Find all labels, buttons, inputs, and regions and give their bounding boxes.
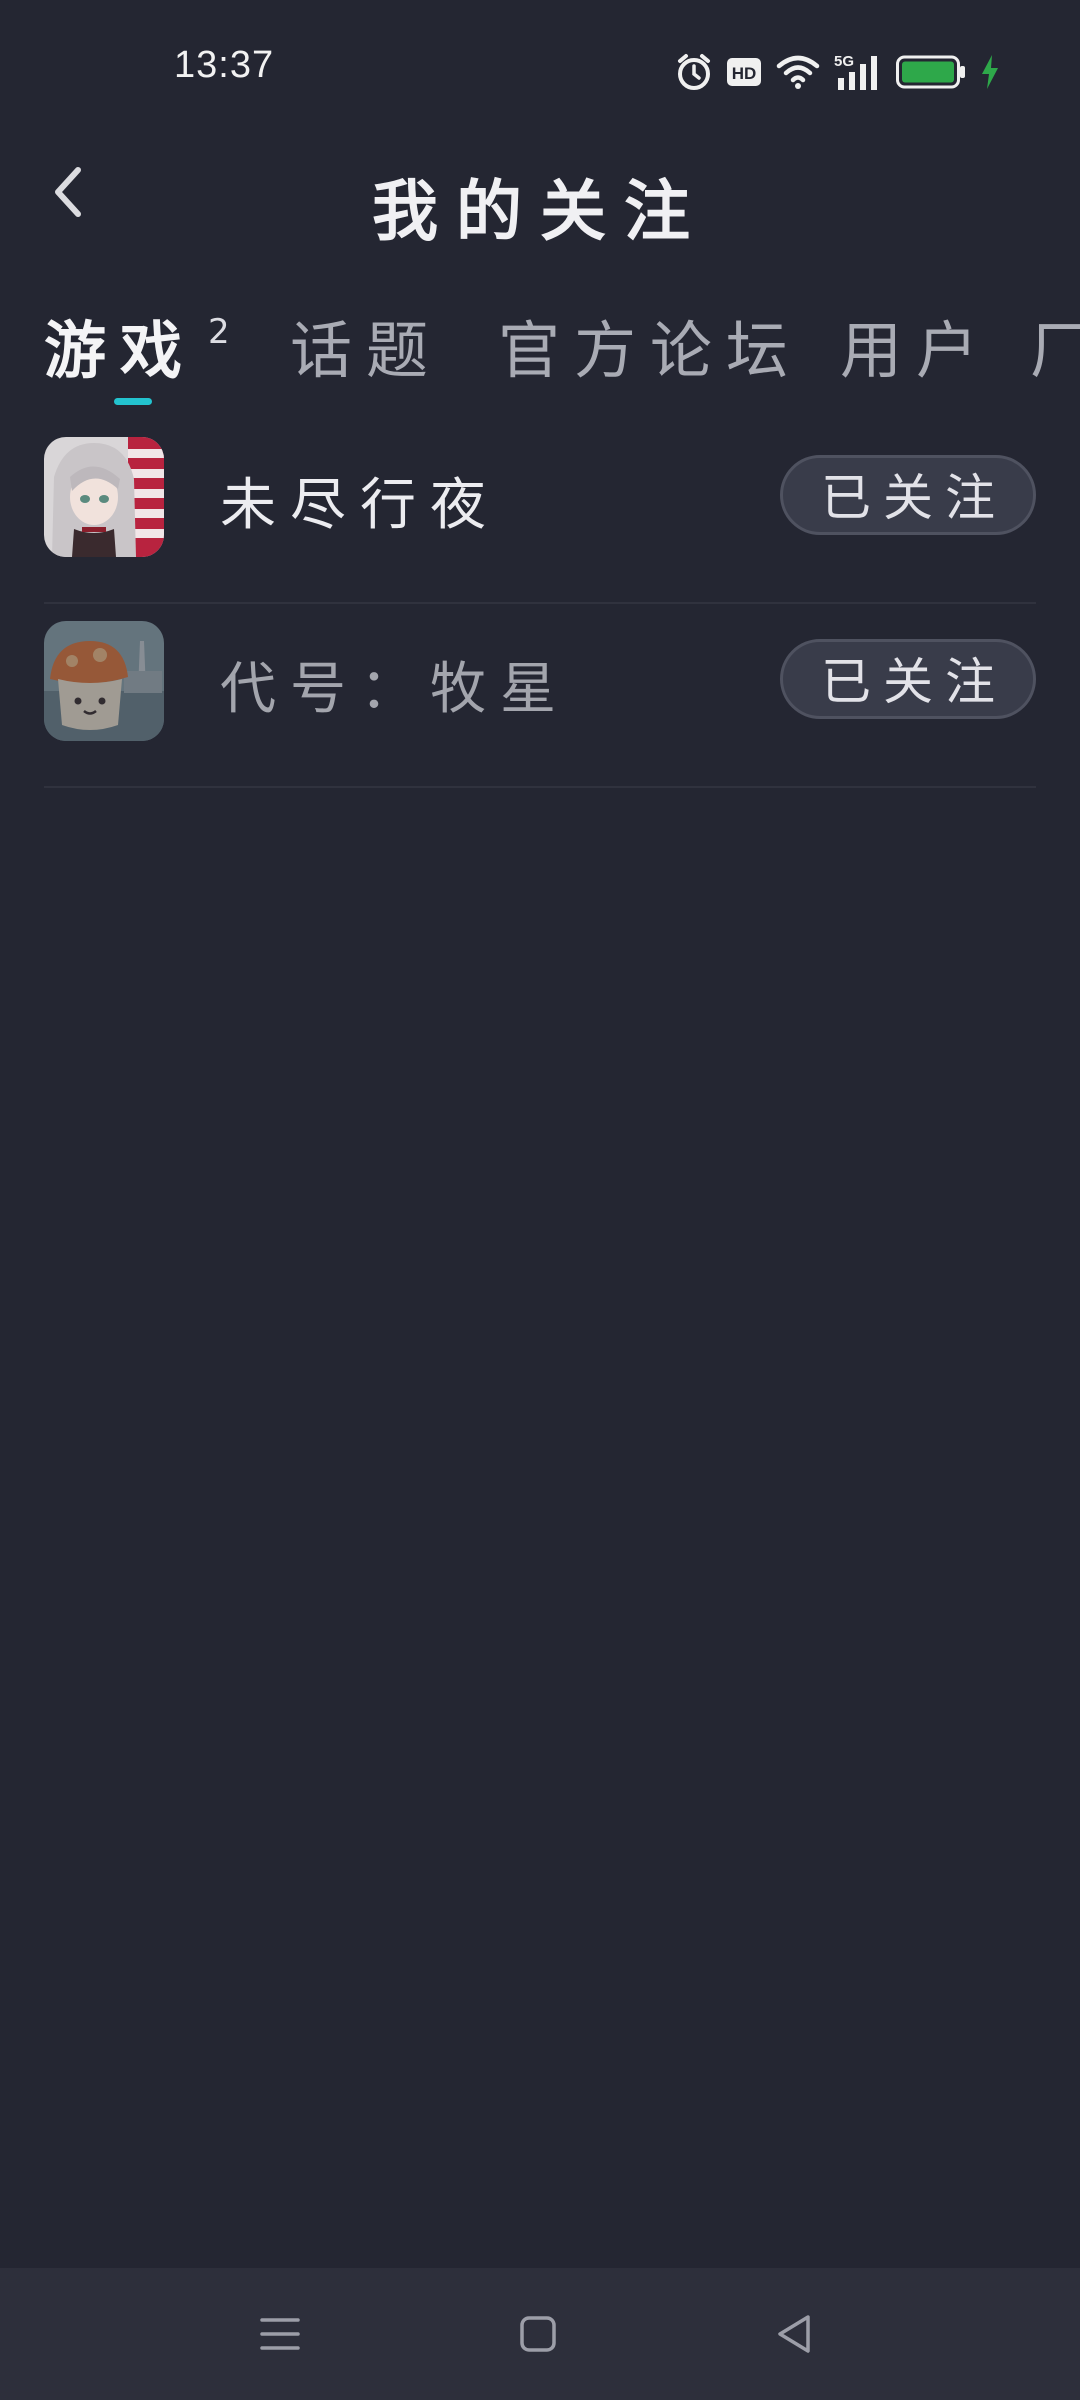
tab-topics[interactable]: 话题 [290, 300, 442, 390]
game-icon-anime-girl[interactable] [44, 437, 164, 557]
tab-users[interactable]: 用户 [840, 300, 992, 390]
recent-apps-button[interactable] [244, 2298, 316, 2370]
tab-users-label: 用户 [840, 314, 993, 387]
system-nav-bar [0, 2268, 1080, 2400]
tab-official-forum-label: 官方论坛 [498, 314, 803, 387]
tab-games-label: 游戏 [44, 314, 197, 387]
signal-5g-icon: 5G [834, 52, 882, 92]
active-tab-indicator [114, 398, 152, 405]
back-triangle-icon [778, 2315, 810, 2353]
status-icons: HD 5G [676, 50, 1000, 94]
tab-vendors[interactable]: 厂 [1030, 300, 1080, 390]
game-name: 未尽行夜 [220, 473, 500, 538]
hd-icon: HD [726, 57, 762, 87]
tab-bar: 游戏 2 话题 官方论坛 用户 厂 [0, 290, 1080, 410]
alarm-icon [676, 53, 712, 91]
tab-topics-label: 话题 [290, 314, 443, 387]
following-button[interactable]: 已关注 [780, 639, 1036, 719]
home-button[interactable] [502, 2298, 574, 2370]
battery-icon [896, 55, 966, 89]
list-item[interactable]: 未尽行夜 已关注 [44, 420, 1036, 604]
following-button[interactable]: 已关注 [780, 455, 1036, 535]
system-back-button[interactable] [758, 2298, 830, 2370]
tab-official-forum[interactable]: 官方论坛 [498, 300, 802, 390]
status-time: 13:37 [174, 44, 275, 86]
wifi-icon [776, 54, 820, 90]
header: 我的关注 [0, 140, 1080, 260]
followed-games-list: 未尽行夜 已关注 代号：牧星 已关注 [44, 420, 1036, 788]
tab-vendors-label: 厂 [1030, 314, 1080, 387]
home-square-icon [520, 2316, 556, 2352]
svg-text:HD: HD [732, 64, 757, 83]
menu-icon [260, 2318, 300, 2350]
status-bar: 13:37 HD 5G [0, 0, 1080, 140]
page-title: 我的关注 [372, 173, 708, 250]
tab-games-count-badge: 2 [208, 312, 230, 352]
list-item[interactable]: 代号：牧星 已关注 [44, 604, 1036, 788]
svg-text:5G: 5G [834, 53, 854, 70]
tab-games[interactable]: 游戏 [44, 300, 196, 390]
game-name: 代号：牧星 [220, 657, 570, 722]
charging-icon [980, 54, 1000, 90]
game-icon-mushroom[interactable] [44, 621, 164, 741]
